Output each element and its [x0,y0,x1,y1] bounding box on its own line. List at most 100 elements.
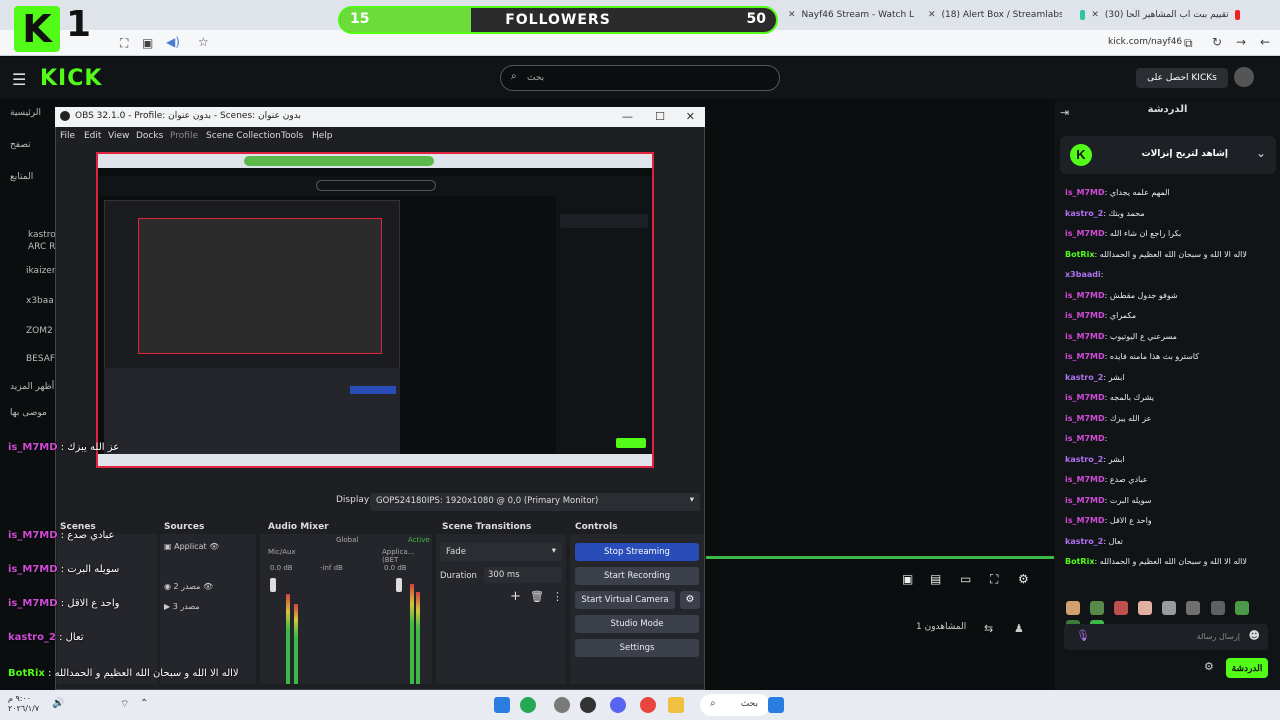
close-icon[interactable]: ✕ [686,110,695,123]
menu-edit[interactable]: Edit [84,131,101,141]
file-explorer-icon[interactable] [668,697,684,713]
chat-username[interactable]: x3baadi [1065,270,1101,279]
stream-video[interactable] [706,100,1054,690]
maximize-icon[interactable]: ☐ [655,110,665,123]
menu-view[interactable]: View [108,131,129,141]
follow-icon[interactable]: ♟ [1014,622,1024,635]
eye-icon[interactable]: 👁 [203,582,213,591]
browser-tab-1[interactable]: ✕ Nayf46 Stream - Watch Live on [788,6,914,24]
read-aloud-icon[interactable]: ◀) [166,35,180,49]
theater-mode-icon[interactable]: ▭ [960,572,971,586]
menu-scene-collection[interactable]: Scene Collection [206,131,281,141]
menu-docks[interactable]: Docks [136,131,163,141]
chat-username[interactable]: is_M7MD [1065,311,1105,320]
chat-username[interactable]: is_M7MD [1065,414,1105,423]
chat-username[interactable]: is_M7MD [1065,516,1105,525]
url-text[interactable]: kick.com/nayf46 [1108,37,1182,47]
kick-logo[interactable]: KICK [40,66,102,91]
whatsapp-icon[interactable] [520,697,536,713]
chat-username[interactable]: is_M7MD [1065,291,1105,300]
settings-button[interactable]: Settings [575,639,699,657]
virtual-camera-settings-icon[interactable]: ⚙ [680,591,700,609]
duration-input[interactable]: 300 ms [484,567,562,583]
add-transition-icon[interactable]: + [510,589,521,604]
emote-icon[interactable] [1138,601,1153,615]
transition-select[interactable]: Fade ▾ [440,543,562,561]
back-icon[interactable]: ← [1260,35,1270,49]
menu-file[interactable]: File [60,131,75,141]
sidebar-channel[interactable]: BESAF [26,354,55,364]
show-more-link[interactable]: أظهر المزيد [10,382,54,392]
sidebar-item-home[interactable]: الرئيسية [10,108,41,118]
emote-icon[interactable] [1114,601,1129,615]
emote-icon[interactable] [1234,601,1249,615]
chevron-up-icon[interactable]: ⌃ [140,698,148,709]
eye-icon[interactable]: 👁 [209,542,219,551]
screenshot-icon[interactable]: ⛶ [120,36,128,51]
sidebar-channel[interactable]: kastro [28,230,56,240]
mic-icon[interactable]: 🎙 [1076,629,1090,642]
more-options-icon[interactable]: ⋮ [552,590,563,603]
close-icon[interactable]: ✕ [788,10,796,20]
share-icon[interactable]: ⇆ [984,622,993,635]
chat-username[interactable]: is_M7MD [1065,332,1105,341]
chat-username[interactable]: is_M7MD [1065,188,1105,197]
sidebar-channel[interactable]: ZOM2 [26,326,53,336]
chat-username[interactable]: kastro_2 [1065,537,1103,546]
obs-app-icon[interactable] [580,697,596,713]
chevron-down-icon[interactable]: ⌄ [1256,146,1266,160]
tab-search-icon[interactable]: ⧉ [1184,36,1193,51]
close-icon[interactable]: ✕ [928,10,936,20]
menu-tools[interactable]: Tools [281,131,303,141]
source-item[interactable]: ▶ مصدر 3 [164,602,200,611]
chat-username[interactable]: kastro_2 [1065,209,1103,218]
translate-icon[interactable]: ▣ [142,36,153,50]
source-item[interactable]: ◉ مصدر 2 👁 [164,582,213,591]
display-select[interactable]: GOPS24180IPS: 1920x1080 @ 0,0 (Primary M… [370,493,700,511]
emote-icon[interactable] [1186,601,1201,615]
menu-help[interactable]: Help [312,131,333,141]
star-icon[interactable]: ☆ [198,35,209,49]
forward-icon[interactable]: → [1236,35,1246,49]
hamburger-menu-icon[interactable]: ☰ [12,70,26,89]
chat-username[interactable]: kastro_2 [1065,455,1103,464]
settings-app-icon[interactable] [554,697,570,713]
discord-icon[interactable] [610,697,626,713]
menu-profile[interactable]: Profile [170,131,198,141]
chat-username[interactable]: is_M7MD [1065,393,1105,402]
chat-username[interactable]: is_M7MD [1065,496,1105,505]
chat-username[interactable]: BotRix [1065,250,1094,259]
chat-username[interactable]: BotRix [1065,557,1094,566]
sidebar-channel[interactable]: x3baa [26,296,54,306]
chrome-icon[interactable] [640,697,656,713]
get-kicks-button[interactable]: احصل على KICKs [1136,68,1228,88]
network-icon[interactable]: ⌔ [120,698,129,711]
chat-username[interactable]: is_M7MD [1065,434,1105,443]
emote-icon[interactable] [1210,601,1225,615]
volume-icon[interactable]: 🔊 [52,698,64,709]
start-icon[interactable] [768,697,784,713]
emote-icon[interactable] [1066,601,1080,615]
settings-gear-icon[interactable]: ⚙ [1018,572,1029,586]
clip-icon[interactable]: ▤ [930,572,941,586]
browser-tab-3[interactable]: ✕ (30) تقييم ببت اب المشاهير الحا [1080,6,1240,24]
search-input[interactable]: ⌕ بحث [500,65,780,91]
emote-icon[interactable] [1090,601,1105,615]
chat-username[interactable]: kastro_2 [1065,373,1103,382]
stop-streaming-button[interactable]: Stop Streaming [575,543,699,561]
mic-volume-slider[interactable] [270,578,276,592]
start-recording-button[interactable]: Start Recording [575,567,699,585]
app-icon[interactable] [494,697,510,713]
studio-mode-button[interactable]: Studio Mode [575,615,699,633]
avatar[interactable] [1234,67,1254,87]
trash-icon[interactable]: 🗑 [530,590,544,603]
minimize-icon[interactable]: — [622,110,633,123]
sidebar-item-browse[interactable]: تصفح [10,140,31,150]
source-item[interactable]: ▣ Applicat 👁 [164,542,219,551]
chat-username[interactable]: is_M7MD [1065,229,1105,238]
chat-settings-icon[interactable]: ⚙ [1204,660,1214,673]
sidebar-channel[interactable]: ikaizer [26,266,56,276]
reload-icon[interactable]: ↻ [1212,35,1222,49]
fullscreen-icon[interactable]: ⛶ [990,572,998,587]
emote-icon[interactable] [1162,601,1177,615]
